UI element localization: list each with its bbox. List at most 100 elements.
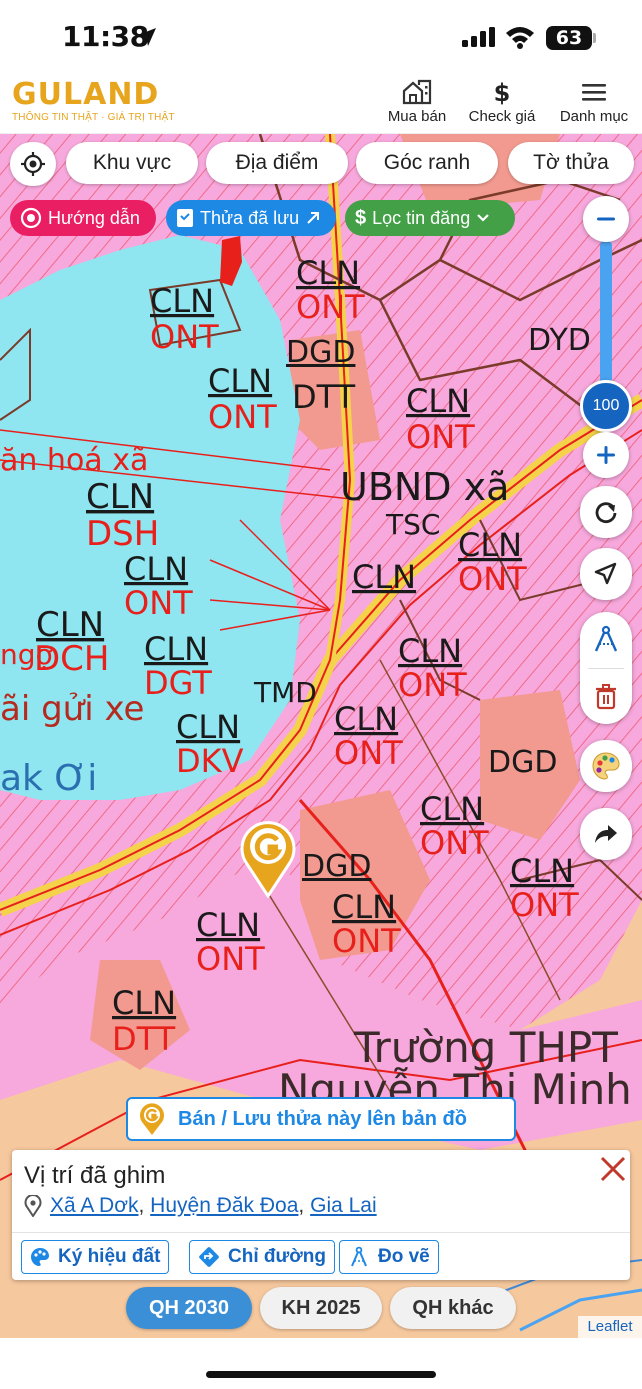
map-label: ONT	[196, 940, 265, 978]
location-arrow-icon	[136, 26, 158, 53]
map-label: ak Ơi	[0, 758, 97, 799]
map-label: CLN	[86, 477, 154, 517]
chip-khu-vuc[interactable]: Khu vực	[66, 142, 198, 184]
district-link[interactable]: Huyện Đăk Đoa	[150, 1194, 298, 1217]
dollar-icon: $	[355, 206, 367, 229]
saved-parcels-button[interactable]: Thửa đã lưu	[166, 200, 336, 236]
battery-icon: 63	[546, 26, 592, 50]
wifi-icon	[504, 25, 536, 54]
map-label: TSC	[385, 508, 440, 541]
map-label: DGD	[488, 745, 557, 780]
trash-icon	[596, 683, 616, 709]
refresh-button[interactable]	[580, 486, 632, 538]
zoom-out-button[interactable]	[583, 196, 629, 242]
map-label: DTT	[292, 378, 356, 416]
map-pin-icon	[240, 821, 296, 899]
map-label: ăn hoá xã	[0, 443, 148, 478]
share-button[interactable]	[580, 808, 632, 860]
map-label: ONT	[510, 886, 579, 924]
directions-icon	[199, 1247, 219, 1267]
close-card-button[interactable]	[598, 1154, 628, 1184]
chip-goc-ranh[interactable]: Góc ranh	[356, 142, 498, 184]
pinned-location-card: Vị trí đã ghim Xã A Dơk, Huyện Đăk Đoa, …	[12, 1150, 630, 1280]
map-label: CLN	[196, 906, 260, 944]
map-label: CLN	[112, 984, 176, 1022]
minus-icon	[597, 217, 615, 221]
chip-to-thua[interactable]: Tờ thửa	[508, 142, 634, 184]
map-label: UBND xã	[340, 465, 509, 509]
external-link-icon	[307, 212, 320, 224]
play-circle-icon	[20, 207, 42, 229]
house-icon	[384, 78, 450, 106]
tab-qh-khac[interactable]: QH khác	[390, 1287, 516, 1329]
card-divider	[12, 1232, 630, 1233]
navigate-button[interactable]	[580, 548, 632, 600]
nav-mua-ban[interactable]: Mua bán	[384, 78, 450, 125]
nav-check-gia[interactable]: $ Check giá	[464, 78, 540, 125]
chip-dia-diem[interactable]: Địa điểm	[206, 142, 348, 184]
logo-tagline: THÔNG TIN THẬT · GIÁ TRỊ THẬT	[12, 112, 175, 123]
measure-draw-button[interactable]: Đo vẽ	[339, 1240, 439, 1274]
sell-save-parcel-button[interactable]: Bán / Lưu thửa này lên bản đồ	[126, 1097, 516, 1141]
land-symbol-palette-button[interactable]	[580, 740, 632, 792]
plus-icon	[597, 446, 615, 464]
pinned-location-marker[interactable]	[237, 816, 299, 899]
map-label: CLN	[406, 382, 470, 420]
province-link[interactable]: Gia Lai	[310, 1194, 377, 1217]
map-label: CLN	[420, 790, 484, 828]
map-label: CLN	[398, 632, 462, 670]
zoom-in-button[interactable]	[583, 432, 629, 478]
zoom-slider[interactable]	[600, 240, 612, 400]
guide-button[interactable]: Hướng dẫn	[10, 200, 156, 236]
map-label: DSH	[86, 514, 159, 554]
map-label: DKV	[176, 742, 244, 780]
map-label: CLN	[150, 282, 214, 320]
compass-draw-icon	[594, 625, 618, 652]
measure-label: Đo vẽ	[378, 1246, 430, 1267]
map-label: CLN	[296, 254, 360, 292]
map-label: CLN	[332, 888, 396, 926]
delete-drawing-button[interactable]	[580, 669, 632, 724]
map-label: DGD	[302, 849, 371, 884]
app-header: GULAND THÔNG TIN THẬT · GIÁ TRỊ THẬT Mua…	[0, 72, 642, 134]
quick-actions: Hướng dẫn Thửa đã lưu $ Lọc tin đăng	[0, 200, 642, 238]
map-label: ngợ	[0, 638, 53, 671]
tab-kh-2025[interactable]: KH 2025	[260, 1287, 382, 1329]
directions-button[interactable]: Chỉ đường	[189, 1240, 335, 1274]
map-label: CLN	[176, 708, 240, 746]
bookmark-icon	[177, 209, 193, 227]
home-indicator[interactable]	[206, 1371, 436, 1378]
commune-link[interactable]: Xã A Dơk	[50, 1194, 138, 1217]
map-label: CLN	[458, 526, 522, 564]
menu-icon	[554, 78, 634, 106]
cellular-signal-icon	[462, 27, 496, 52]
dollar-icon: $	[464, 78, 540, 106]
share-arrow-icon	[595, 825, 617, 843]
map-label: ONT	[398, 666, 467, 704]
directions-label: Chỉ đường	[228, 1246, 326, 1267]
home-indicator-area	[0, 1338, 642, 1389]
nav-danh-muc[interactable]: Danh mục	[554, 78, 634, 125]
leaflet-attribution[interactable]: Leaflet	[578, 1316, 642, 1338]
map-label: CLN	[352, 558, 416, 596]
map-label: ONT	[406, 418, 475, 456]
measure-button[interactable]	[580, 612, 632, 668]
locate-me-button[interactable]	[10, 142, 56, 186]
filter-listings-button[interactable]: $ Lọc tin đăng	[345, 200, 515, 236]
battery-tip	[593, 33, 596, 43]
map-label: ONT	[296, 288, 365, 326]
map-label: DGD	[286, 335, 355, 370]
location-separator: ,	[138, 1194, 145, 1217]
palette-icon	[592, 752, 620, 780]
map-label: ONT	[458, 560, 527, 598]
guide-label: Hướng dẫn	[48, 207, 140, 228]
filter-bar: Khu vực Địa điểm Góc ranh Tờ thửa	[0, 142, 642, 186]
measure-icon	[351, 1246, 367, 1267]
map-label: CLN	[144, 630, 208, 668]
tab-qh-2030[interactable]: QH 2030	[126, 1287, 252, 1329]
navigation-arrow-icon	[594, 562, 617, 585]
chevron-down-icon	[477, 214, 489, 222]
zoom-level-handle[interactable]: 100	[580, 380, 632, 432]
land-symbol-button[interactable]: Ký hiệu đất	[21, 1240, 170, 1274]
guland-logo[interactable]: GULAND THÔNG TIN THẬT · GIÁ TRỊ THẬT	[12, 79, 175, 124]
